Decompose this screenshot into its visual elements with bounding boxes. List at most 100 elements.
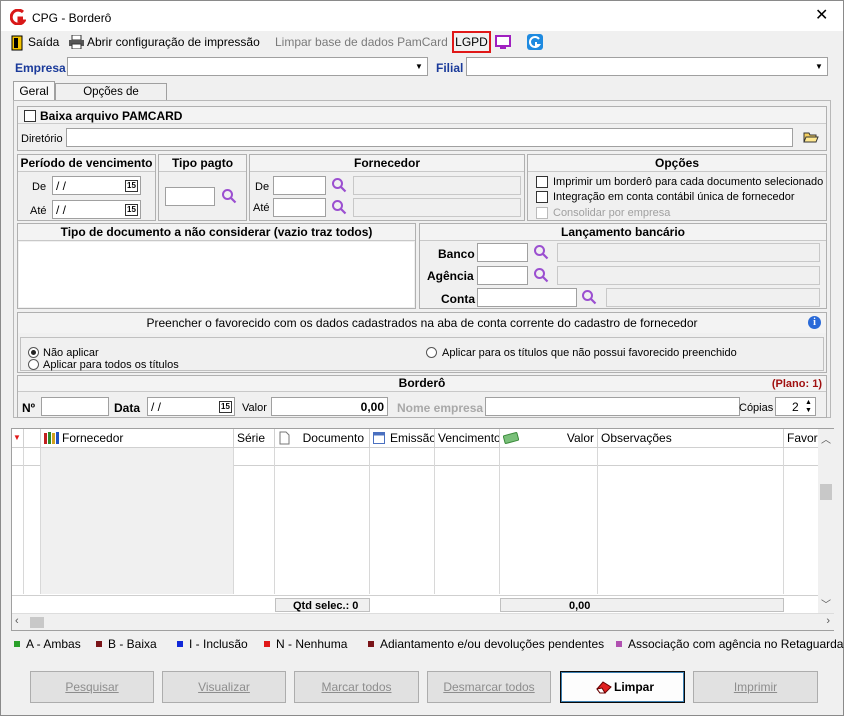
calendar-icon[interactable]: 15 xyxy=(125,180,138,192)
bordero-value-label: Valor xyxy=(242,402,267,414)
col-header[interactable]: Valor xyxy=(500,429,598,448)
bordero-number-input[interactable] xyxy=(41,397,109,416)
clear-button[interactable]: Limpar xyxy=(560,671,685,703)
favored-apply-missing-radio[interactable] xyxy=(426,347,437,358)
calendar-icon[interactable]: 15 xyxy=(125,204,138,216)
favored-option-label: Aplicar para todos os títulos xyxy=(43,359,179,371)
scroll-left-icon[interactable]: ‹ xyxy=(15,615,19,627)
account-input[interactable] xyxy=(477,288,577,307)
tab-print-options[interactable]: Opções de impressão xyxy=(55,83,167,114)
vertical-scrollbar[interactable]: ︿ ﹀ xyxy=(818,429,834,613)
horizontal-scrollbar[interactable]: ‹ › xyxy=(12,613,834,630)
lgpd-button[interactable]: LGPD xyxy=(452,31,491,53)
search-icon[interactable] xyxy=(533,267,549,283)
folder-open-icon[interactable] xyxy=(803,131,819,143)
option-label: Integração em conta contábil única de fo… xyxy=(553,191,795,203)
grid-footer: Qtd selec.: 0 0,00 xyxy=(12,595,818,613)
supplier-title: Fornecedor xyxy=(250,155,524,172)
search-icon[interactable] xyxy=(331,177,347,193)
account-label: Conta xyxy=(441,292,475,306)
sort-indicator-icon[interactable]: ▼ xyxy=(12,429,24,448)
company-name-input[interactable] xyxy=(485,397,740,416)
search-button[interactable]: Pesquisar xyxy=(30,671,154,703)
supplier-from-label: De xyxy=(255,181,270,193)
option-label: Imprimir um borderô para cada documento … xyxy=(553,176,824,188)
bank-name xyxy=(557,243,820,262)
doc-types-title: Tipo de documento a não considerar (vazi… xyxy=(18,224,415,241)
bank-input[interactable] xyxy=(477,243,528,262)
period-from-input[interactable]: / / 15 xyxy=(52,176,141,195)
col-header[interactable]: Fornecedor xyxy=(41,429,234,448)
search-icon[interactable] xyxy=(533,244,549,260)
copies-spinner[interactable]: 2 ▲ ▼ xyxy=(775,397,816,416)
select-all-button[interactable]: Marcar todos xyxy=(294,671,419,703)
account-name xyxy=(606,288,820,307)
selected-total: 0,00 xyxy=(569,600,591,612)
search-icon[interactable] xyxy=(331,199,347,215)
legend-item: Associação com agência no Retaguarda xyxy=(616,637,843,651)
bordero-date-input[interactable]: / / 15 xyxy=(147,397,235,416)
pamcard-checkbox[interactable] xyxy=(24,110,36,122)
option-one-bordero-per-doc-checkbox[interactable] xyxy=(536,176,548,188)
view-button[interactable]: Visualizar xyxy=(162,671,286,703)
period-to-label: Até xyxy=(30,205,47,217)
chevron-down-icon: ▼ xyxy=(812,59,826,75)
clear-pamcard-button[interactable]: Limpar base de dados PamCard xyxy=(275,34,448,50)
toolbar: Saída Abrir configuração de impressão Li… xyxy=(1,31,843,55)
col-header[interactable]: Documento xyxy=(275,429,370,448)
copies-label: Cópias xyxy=(739,402,774,414)
period-title: Período de vencimento xyxy=(18,155,155,172)
col-header[interactable]: Favore xyxy=(784,429,818,448)
agency-label: Agência xyxy=(427,269,474,283)
period-to-input[interactable]: / / 15 xyxy=(52,200,141,219)
deselect-all-button[interactable]: Desmarcar todos xyxy=(427,671,551,703)
branch-select[interactable]: ▼ xyxy=(466,57,828,76)
legend-swatch xyxy=(177,641,183,647)
print-config-button[interactable]: Abrir configuração de impressão xyxy=(87,34,260,50)
exit-button[interactable]: Saída xyxy=(28,34,59,50)
bordero-value-input[interactable]: 0,00 xyxy=(271,397,388,416)
legend-item: A - Ambas xyxy=(14,637,81,651)
favored-apply-all-radio[interactable] xyxy=(28,359,39,370)
search-icon[interactable] xyxy=(221,188,237,204)
option-consolidate-checkbox[interactable] xyxy=(536,207,548,219)
doc-types-list[interactable] xyxy=(19,242,414,307)
col-header[interactable]: Observações xyxy=(598,429,784,448)
supplier-from-name xyxy=(353,176,521,195)
company-select[interactable]: ▼ xyxy=(67,57,428,76)
options-title: Opções xyxy=(528,155,826,172)
supplier-to-label: Até xyxy=(253,202,270,214)
col-header[interactable]: Emissão xyxy=(370,429,435,448)
favored-group: Preencher o favorecido com os dados cada… xyxy=(17,312,827,373)
favored-no-apply-radio[interactable] xyxy=(28,347,39,358)
company-label: Empresa xyxy=(15,61,66,75)
info-icon[interactable]: i xyxy=(808,316,821,329)
monitor-icon[interactable] xyxy=(495,35,511,50)
results-grid[interactable]: ▼ Fornecedor Série Documento Emissão Ven… xyxy=(11,428,834,631)
spinner-arrows-icon[interactable]: ▲ ▼ xyxy=(803,399,814,415)
directory-input[interactable] xyxy=(66,128,793,147)
option-single-account-checkbox[interactable] xyxy=(536,191,548,203)
close-icon[interactable]: ✕ xyxy=(815,8,828,24)
col-header[interactable]: Vencimento xyxy=(435,429,500,448)
calendar-icon[interactable]: 15 xyxy=(219,401,232,413)
search-icon[interactable] xyxy=(581,289,597,305)
doc-types-group: Tipo de documento a não considerar (vazi… xyxy=(17,223,416,309)
window-title: CPG - Borderô xyxy=(32,11,112,25)
supplier-from-input[interactable] xyxy=(273,176,326,195)
payment-type-input[interactable] xyxy=(165,187,215,206)
app-g-icon[interactable] xyxy=(527,34,543,50)
scroll-down-icon[interactable]: ﹀ xyxy=(821,596,831,611)
agency-input[interactable] xyxy=(477,266,528,285)
scroll-right-icon[interactable]: › xyxy=(826,615,830,627)
bank-title: Lançamento bancário xyxy=(420,224,826,241)
supplier-to-input[interactable] xyxy=(273,198,326,217)
col-header[interactable]: Série xyxy=(234,429,275,448)
period-group: Período de vencimento De / / 15 Até / / … xyxy=(17,154,156,221)
tab-geral[interactable]: Geral xyxy=(13,81,55,101)
scroll-thumb[interactable] xyxy=(30,617,44,628)
scroll-thumb[interactable] xyxy=(820,484,832,500)
print-button[interactable]: Imprimir xyxy=(693,671,818,703)
legend-item: N - Nenhuma xyxy=(264,637,347,651)
scroll-up-icon[interactable]: ︿ xyxy=(821,431,831,446)
